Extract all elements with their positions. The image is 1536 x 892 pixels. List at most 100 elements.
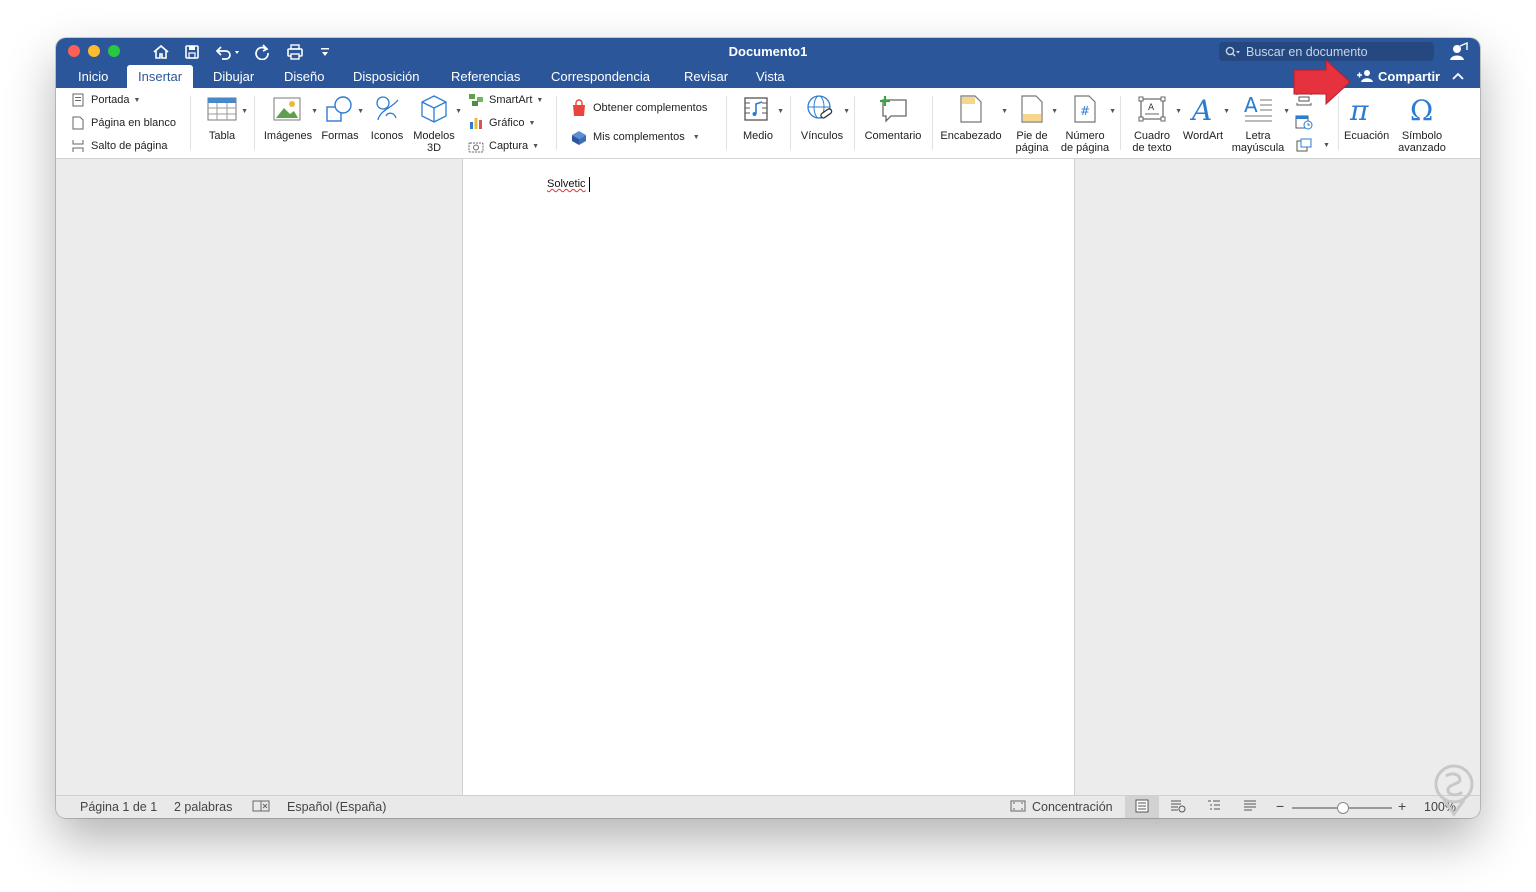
object-button[interactable]: ▼ bbox=[1294, 136, 1330, 154]
undo-icon[interactable] bbox=[212, 42, 244, 62]
pie-de-pagina-button[interactable]: ▼ Pie de página bbox=[1010, 92, 1058, 154]
smartart-button[interactable]: SmartArt ▼ bbox=[468, 91, 543, 109]
draft-view-button[interactable] bbox=[1233, 796, 1267, 818]
chart-icon bbox=[468, 115, 484, 131]
vinculos-button[interactable]: ▼ Vínculos bbox=[798, 92, 850, 142]
simbolo-avanzado-button[interactable]: Ω Símbolo avanzado bbox=[1392, 92, 1452, 154]
zoom-out-button[interactable]: − bbox=[1276, 798, 1284, 814]
cuadro-de-texto-button[interactable]: A ▼ Cuadro de texto bbox=[1126, 92, 1182, 154]
tab-vista[interactable]: Vista bbox=[745, 65, 796, 88]
web-layout-view-button[interactable] bbox=[1161, 796, 1195, 818]
omega-icon: Ω bbox=[1392, 92, 1452, 126]
search-placeholder: Buscar en documento bbox=[1246, 44, 1368, 59]
letra-label-2: mayúscula bbox=[1231, 142, 1285, 154]
share-button[interactable]: Compartir bbox=[1356, 65, 1464, 87]
encabezado-button[interactable]: ▼ Encabezado bbox=[938, 92, 1008, 142]
language[interactable]: Español (España) bbox=[287, 800, 386, 814]
letra-mayuscula-button[interactable]: A ▼ Letra mayúscula bbox=[1230, 92, 1290, 154]
tab-disposicion[interactable]: Disposición bbox=[342, 65, 430, 88]
tab-diseno[interactable]: Diseño bbox=[273, 65, 335, 88]
close-window-button[interactable] bbox=[68, 45, 80, 57]
tab-dibujar[interactable]: Dibujar bbox=[202, 65, 265, 88]
zoom-slider[interactable] bbox=[1292, 802, 1392, 814]
numero-de-pagina-button[interactable]: # ▼ Número de página bbox=[1058, 92, 1116, 154]
wordart-icon: A ▼ bbox=[1180, 92, 1230, 126]
focus-mode-button[interactable]: Concentración bbox=[1032, 800, 1113, 814]
redo-icon[interactable] bbox=[252, 42, 272, 62]
numero-label-2: de página bbox=[1060, 142, 1110, 154]
simbolo-label-2: avanzado bbox=[1398, 142, 1446, 154]
salto-de-pagina-button[interactable]: Salto de página bbox=[70, 137, 167, 155]
salto-de-pagina-label: Salto de página bbox=[91, 140, 168, 152]
smartart-icon bbox=[468, 92, 484, 108]
smartart-label: SmartArt bbox=[489, 94, 533, 106]
zoom-slider-thumb[interactable] bbox=[1337, 802, 1349, 814]
mis-complementos-button[interactable]: Mis complementos ▼ bbox=[570, 128, 700, 146]
tab-referencias[interactable]: Referencias bbox=[440, 65, 531, 88]
outline-icon bbox=[1207, 799, 1221, 816]
print-layout-view-button[interactable] bbox=[1125, 796, 1159, 818]
text-cursor bbox=[589, 177, 590, 192]
store-bag-icon bbox=[570, 99, 588, 116]
grafico-button[interactable]: Gráfico ▼ bbox=[468, 114, 535, 132]
tab-correspondencia[interactable]: Correspondencia bbox=[540, 65, 661, 88]
formas-button[interactable]: ▼ Formas bbox=[320, 92, 364, 142]
captura-button[interactable]: Captura ▼ bbox=[468, 137, 539, 155]
zoom-in-button[interactable]: + bbox=[1398, 798, 1406, 814]
home-icon[interactable] bbox=[150, 42, 172, 62]
portada-button[interactable]: Portada ▼ bbox=[70, 91, 140, 109]
red-arrow-annotation bbox=[1293, 58, 1351, 106]
comentario-button[interactable]: Comentario bbox=[862, 92, 924, 142]
imagenes-label: Imágenes bbox=[263, 130, 313, 142]
page-count[interactable]: Página 1 de 1 bbox=[80, 800, 157, 814]
zoom-window-button[interactable] bbox=[108, 45, 120, 57]
mis-complementos-label: Mis complementos bbox=[593, 131, 685, 143]
tabla-label: Tabla bbox=[208, 130, 236, 142]
cube-icon: ▼ bbox=[410, 92, 462, 126]
tab-revisar[interactable]: Revisar bbox=[673, 65, 739, 88]
letra-label-1: Letra bbox=[1245, 130, 1271, 142]
page-break-icon bbox=[70, 138, 86, 154]
word-window: Documento1 Buscar en documento Inicio In… bbox=[56, 38, 1480, 818]
save-icon[interactable] bbox=[182, 42, 202, 62]
customize-toolbar-icon[interactable] bbox=[318, 42, 332, 62]
comentario-label: Comentario bbox=[864, 130, 922, 142]
collapse-ribbon-icon[interactable] bbox=[1452, 72, 1464, 80]
outline-view-button[interactable] bbox=[1197, 796, 1231, 818]
add-person-icon bbox=[1356, 69, 1374, 83]
comment-add-icon bbox=[862, 92, 924, 126]
document-page[interactable]: Solvetic bbox=[462, 159, 1075, 795]
account-icon[interactable] bbox=[1448, 41, 1470, 63]
imagenes-button[interactable]: ▼ Imágenes bbox=[262, 92, 318, 142]
word-count[interactable]: 2 palabras bbox=[174, 800, 232, 814]
minimize-window-button[interactable] bbox=[88, 45, 100, 57]
captura-label: Captura bbox=[489, 140, 529, 152]
modelos-label: Modelos bbox=[413, 130, 455, 142]
print-icon[interactable] bbox=[284, 42, 306, 62]
tab-insertar[interactable]: Insertar bbox=[127, 65, 194, 88]
proofing-icon[interactable] bbox=[252, 799, 270, 816]
iconos-button[interactable]: Iconos bbox=[368, 92, 406, 142]
chevron-down-icon: ▼ bbox=[133, 96, 141, 104]
draft-icon bbox=[1243, 799, 1257, 816]
ribbon-separator bbox=[932, 96, 933, 150]
pagina-en-blanco-label: Página en blanco bbox=[91, 117, 177, 129]
cover-page-icon bbox=[70, 92, 86, 108]
date-time-button[interactable] bbox=[1294, 113, 1319, 131]
search-icon bbox=[1225, 46, 1241, 58]
pagina-en-blanco-button[interactable]: Página en blanco bbox=[70, 114, 176, 132]
svg-text:A: A bbox=[1148, 103, 1155, 113]
wordart-button[interactable]: A ▼ WordArt bbox=[1180, 92, 1230, 142]
iconos-label: Iconos bbox=[370, 130, 404, 142]
print-layout-icon bbox=[1135, 799, 1149, 816]
pie-label-2: página bbox=[1015, 142, 1049, 154]
cuadro-label-2: de texto bbox=[1132, 142, 1172, 154]
ribbon-separator bbox=[254, 96, 255, 150]
medio-button[interactable]: ▼ Medio bbox=[736, 92, 784, 142]
pie-label-1: Pie de bbox=[1016, 130, 1048, 142]
document-text[interactable]: Solvetic bbox=[547, 178, 586, 190]
obtener-complementos-button[interactable]: Obtener complementos bbox=[570, 99, 707, 117]
modelos-3d-button[interactable]: ▼ Modelos 3D bbox=[410, 92, 462, 154]
tab-inicio[interactable]: Inicio bbox=[67, 65, 119, 88]
tabla-button[interactable]: ▼ Tabla bbox=[200, 92, 248, 142]
